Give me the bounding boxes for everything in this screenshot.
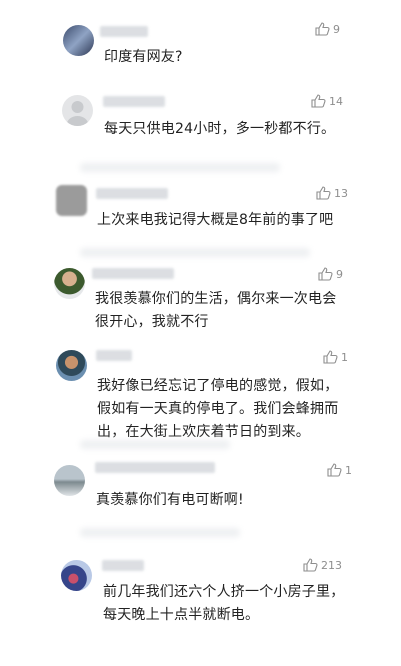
like-count: 1 bbox=[341, 350, 348, 364]
comment-text: 上次来电我记得大概是8年前的事了吧 bbox=[97, 212, 334, 228]
username-blurred bbox=[96, 350, 132, 361]
avatar[interactable] bbox=[62, 95, 93, 126]
like-button[interactable]: 1 bbox=[327, 463, 352, 477]
like-count: 14 bbox=[329, 94, 343, 108]
comment-text: 印度有网友? bbox=[104, 49, 183, 65]
separator-blur bbox=[80, 248, 310, 257]
default-user-icon bbox=[66, 101, 89, 126]
thumbs-up-icon bbox=[323, 350, 338, 364]
username-blurred bbox=[100, 26, 148, 37]
username-blurred bbox=[92, 268, 174, 279]
like-button[interactable]: 213 bbox=[303, 558, 342, 572]
like-button[interactable]: 9 bbox=[318, 267, 343, 281]
thumbs-up-icon bbox=[311, 94, 326, 108]
comment-text-line: 我很羡慕你们的生活，偶尔来一次电会 bbox=[95, 291, 337, 307]
thumbs-up-icon bbox=[303, 558, 318, 572]
username-blurred bbox=[95, 462, 215, 473]
thumbs-up-icon bbox=[315, 22, 330, 36]
thumbs-up-icon bbox=[316, 186, 331, 200]
avatar[interactable] bbox=[56, 185, 87, 216]
comment-text-line: 很开心，我就不行 bbox=[95, 314, 209, 330]
username-blurred bbox=[96, 188, 168, 199]
thumbs-up-icon bbox=[318, 267, 333, 281]
like-count: 9 bbox=[333, 22, 340, 36]
like-count: 213 bbox=[321, 558, 342, 572]
avatar[interactable] bbox=[61, 560, 92, 591]
like-count: 13 bbox=[334, 186, 348, 200]
like-button[interactable]: 1 bbox=[323, 350, 348, 364]
avatar[interactable] bbox=[54, 268, 85, 299]
username-blurred bbox=[103, 96, 165, 107]
separator-blur bbox=[80, 440, 230, 449]
thumbs-up-icon bbox=[327, 463, 342, 477]
avatar[interactable] bbox=[63, 25, 94, 56]
comment-text-line: 每天晚上十点半就断电。 bbox=[103, 607, 260, 623]
like-button[interactable]: 9 bbox=[315, 22, 340, 36]
like-count: 9 bbox=[336, 267, 343, 281]
avatar[interactable] bbox=[54, 465, 85, 496]
comment-text-line: 我好像已经忘记了停电的感觉，假如， bbox=[97, 378, 339, 394]
like-button[interactable]: 13 bbox=[316, 186, 348, 200]
comment-text-line: 假如有一天真的停电了。我们会蜂拥而 bbox=[97, 401, 339, 417]
comment-text: 真羡慕你们有电可断啊! bbox=[96, 492, 244, 508]
avatar[interactable] bbox=[56, 350, 87, 381]
separator-blur bbox=[80, 163, 280, 172]
like-count: 1 bbox=[345, 463, 352, 477]
separator-blur bbox=[80, 528, 240, 537]
comment-text: 每天只供电24小时，多一秒都不行。 bbox=[104, 121, 336, 137]
username-blurred bbox=[102, 560, 144, 571]
comment-text-line: 前几年我们还六个人挤一个小房子里， bbox=[103, 584, 345, 600]
like-button[interactable]: 14 bbox=[311, 94, 343, 108]
